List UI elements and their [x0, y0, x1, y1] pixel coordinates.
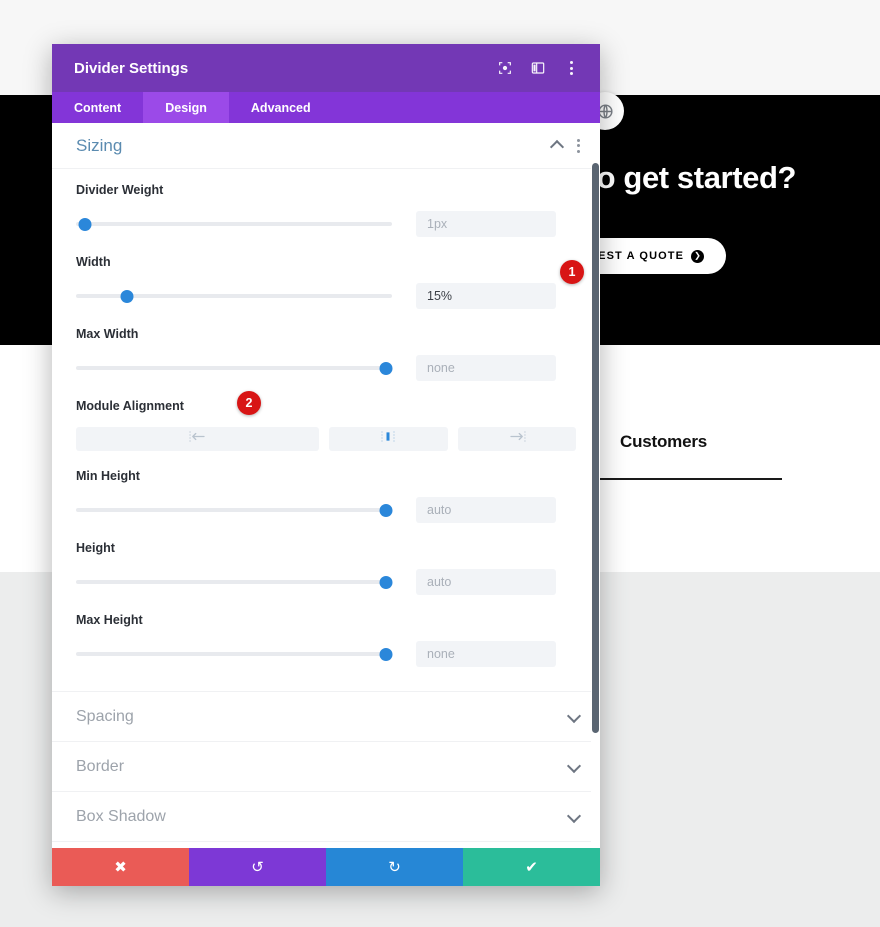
height-input[interactable]: [416, 569, 556, 595]
redo-button[interactable]: ↻: [326, 848, 463, 886]
slider-track: [76, 508, 392, 512]
slider-track: [76, 580, 392, 584]
slider-knob[interactable]: [78, 217, 92, 231]
divider-weight-input[interactable]: [416, 211, 556, 237]
site-hero-title: d to get started?: [560, 160, 797, 195]
max-height-input[interactable]: [416, 641, 556, 667]
section-border[interactable]: Border: [52, 741, 600, 791]
section-spacing[interactable]: Spacing: [52, 691, 600, 741]
section-header-sizing[interactable]: Sizing: [52, 123, 600, 169]
sizing-fields: Divider Weight Width: [52, 169, 600, 691]
slider-knob[interactable]: [120, 289, 134, 303]
field-label: Max Height: [76, 613, 143, 627]
chevron-down-icon[interactable]: [568, 711, 580, 723]
tab-advanced[interactable]: Advanced: [229, 92, 333, 123]
field-max-height: Max Height: [76, 613, 576, 667]
align-center-icon: [379, 430, 397, 448]
field-label: Module Alignment: [76, 399, 184, 413]
section-title: Spacing: [76, 707, 134, 725]
field-width: Width: [76, 255, 576, 309]
slider-track: [76, 652, 392, 656]
panel-scrollbar[interactable]: [591, 123, 600, 848]
align-right-button[interactable]: [457, 427, 576, 451]
section-filters[interactable]: Filters: [52, 841, 600, 848]
slider-knob[interactable]: [379, 503, 393, 517]
slider-knob[interactable]: [379, 361, 393, 375]
modal-titlebar: Divider Settings: [52, 44, 600, 92]
slider-knob[interactable]: [379, 647, 393, 661]
save-button[interactable]: ✔: [463, 848, 600, 886]
field-label: Divider Weight: [76, 183, 164, 197]
field-min-height: Min Height: [76, 469, 576, 523]
field-divider-weight: Divider Weight: [76, 183, 576, 237]
section-title: Sizing: [76, 135, 123, 155]
width-input[interactable]: [416, 283, 556, 309]
divider-weight-slider[interactable]: [76, 217, 392, 231]
tab-design[interactable]: Design: [143, 92, 229, 123]
panel-scrollbar-thumb[interactable]: [592, 163, 599, 733]
modal-tabs: Content Design Advanced: [52, 92, 600, 123]
field-label: Max Width: [76, 327, 139, 341]
site-customers-heading: Customers: [620, 432, 708, 451]
step-badge-2: 2: [237, 391, 261, 415]
tab-content[interactable]: Content: [52, 92, 143, 123]
undo-button[interactable]: ↺: [189, 848, 326, 886]
slider-track: [76, 366, 392, 370]
step-badge-1: 1: [560, 260, 584, 284]
align-right-icon: [508, 430, 526, 448]
section-box-shadow[interactable]: Box Shadow: [52, 791, 600, 841]
min-height-slider[interactable]: [76, 503, 393, 517]
section-title: Box Shadow: [76, 807, 166, 825]
field-height: Height: [76, 541, 576, 595]
max-height-slider[interactable]: [76, 647, 393, 661]
field-label: Width: [76, 255, 111, 269]
slider-track: [76, 222, 392, 226]
kebab-menu-icon[interactable]: [562, 59, 580, 77]
align-left-button[interactable]: [76, 427, 319, 451]
divider-settings-modal: Divider Settings Content Design Advanced…: [52, 44, 600, 886]
width-slider[interactable]: [76, 289, 392, 303]
field-module-alignment: Module Alignment: [76, 399, 576, 451]
module-alignment-group: [76, 427, 576, 451]
settings-scroll-area: Sizing Divider Weight 1px Width 15% Max …: [52, 123, 600, 848]
modal-body: Sizing Divider Weight 1px Width 15% Max …: [52, 123, 600, 848]
chevron-down-icon[interactable]: [568, 811, 580, 823]
height-slider[interactable]: [76, 575, 393, 589]
modal-title: Divider Settings: [74, 59, 189, 77]
cancel-button[interactable]: ✖: [52, 848, 189, 886]
align-left-icon: [188, 430, 207, 448]
align-center-button[interactable]: [329, 427, 448, 451]
field-label: Height: [76, 541, 115, 555]
focus-target-icon[interactable]: [496, 59, 514, 77]
modal-footer: ✖ ↺ ↻ ✔: [52, 848, 600, 886]
chevron-up-icon[interactable]: [551, 140, 563, 152]
screenshot-root: d to get started? REQUEST A QUOTE ❯ Cust…: [0, 0, 880, 927]
panel-layout-icon[interactable]: [529, 59, 547, 77]
slider-knob[interactable]: [379, 575, 393, 589]
min-height-input[interactable]: [416, 497, 556, 523]
section-title: Border: [76, 757, 125, 775]
field-label: Min Height: [76, 469, 140, 483]
section-controls: [551, 138, 580, 153]
kebab-menu-icon[interactable]: [577, 138, 580, 153]
chevron-right-icon: ❯: [691, 249, 705, 263]
chevron-down-icon[interactable]: [568, 761, 580, 773]
site-customers-divider: [600, 478, 782, 480]
max-width-slider[interactable]: [76, 361, 393, 375]
field-max-width: Max Width: [76, 327, 576, 381]
max-width-input[interactable]: [416, 355, 556, 381]
modal-title-icons: [496, 59, 580, 77]
